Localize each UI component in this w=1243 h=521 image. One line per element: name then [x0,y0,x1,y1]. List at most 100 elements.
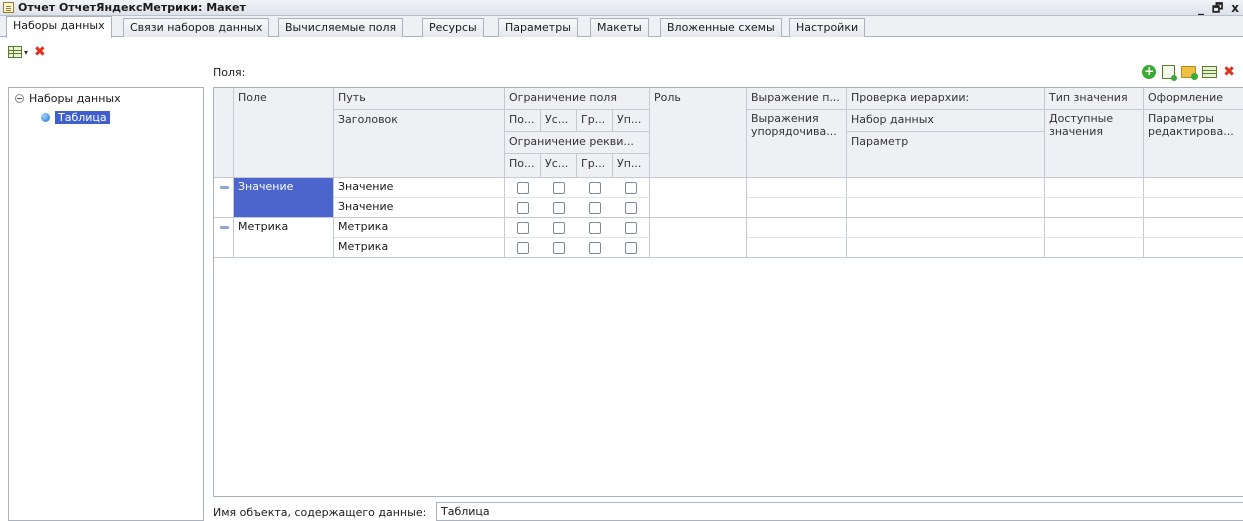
header-field[interactable]: Поле [234,88,334,178]
tab-dataset-links[interactable]: Связи наборов данных [123,18,270,37]
fields-table: Поле Путь Заголовок Ограничение поля По.… [213,87,1243,497]
delete-field-icon[interactable]: ✖ [1223,65,1235,79]
table-cell-order-expression[interactable] [747,238,847,258]
delete-icon[interactable]: ✖ [34,45,46,59]
table-cell-value-type[interactable] [1045,218,1144,238]
window-title: Отчет ОтчетЯндексМетрики: Макет [18,1,246,14]
header-order-expression[interactable]: Выражения упорядочива... [747,110,847,178]
table-cell-role[interactable] [650,178,747,218]
table-cell-path[interactable]: Метрика [334,218,505,238]
header-hierarchy-check[interactable]: Проверка иерархии: [847,88,1045,110]
table-cell-appearance[interactable] [1144,218,1243,238]
table-cell-dataset[interactable] [847,218,1045,238]
restriction-checkbox[interactable] [517,222,529,234]
header-attr-restriction-col[interactable]: По... [505,154,541,178]
restriction-checkbox[interactable] [625,182,637,194]
row-expand-icon[interactable] [220,226,229,229]
add-field-icon[interactable]: + [1142,65,1157,79]
tab-nested-schemas[interactable]: Вложенные схемы [660,18,782,37]
table-cell-title[interactable]: Метрика [334,238,505,258]
header-restriction-col[interactable]: Ус... [541,110,577,132]
table-cell-path[interactable]: Значение [334,178,505,198]
header-restriction-col[interactable]: Гр... [577,110,613,132]
restriction-checkbox[interactable] [553,182,565,194]
minimize-button[interactable]: _ [1198,1,1204,15]
header-expression[interactable]: Выражение п... [747,88,847,110]
header-dataset[interactable]: Набор данных [847,110,1045,132]
tab-resources[interactable]: Ресурсы [422,18,484,37]
table-cell-parameter[interactable] [847,198,1045,218]
dataset-query-icon [41,113,50,122]
tab-parameters[interactable]: Параметры [498,18,578,37]
header-appearance[interactable]: Оформление [1144,88,1243,110]
collapse-icon[interactable] [15,94,24,103]
restriction-checkbox[interactable] [553,222,565,234]
restriction-checkbox[interactable] [517,242,529,254]
row-marker-header [214,88,234,178]
table-cell-field[interactable]: Метрика [234,218,334,258]
restore-button[interactable]: 🗗 [1212,1,1223,15]
restriction-checkbox[interactable] [553,242,565,254]
table-cell-edit-params[interactable] [1144,238,1243,258]
close-button[interactable]: x [1231,1,1239,15]
header-restriction-col[interactable]: Уп... [613,110,650,132]
header-value-type[interactable]: Тип значения [1045,88,1144,110]
add-folder-icon[interactable] [1181,66,1199,80]
datasets-tree: Наборы данных Таблица [8,87,204,521]
window-controls: _ 🗗 x [1198,0,1239,16]
restriction-checkbox[interactable] [589,242,601,254]
table-cell-role[interactable] [650,218,747,258]
restriction-checkbox[interactable] [625,242,637,254]
fields-toolbar: + ✖ [1142,62,1235,82]
table-cell-title[interactable]: Значение [334,198,505,218]
tree-item-label: Наборы данных [29,92,121,105]
header-parameter[interactable]: Параметр [847,132,1045,178]
restriction-checkbox[interactable] [625,202,637,214]
header-path[interactable]: Путь [334,88,505,110]
header-role[interactable]: Роль [650,88,747,178]
table-cell-field[interactable]: Значение [234,178,334,218]
tree-item-table[interactable]: Таблица [41,110,110,126]
restriction-checkbox[interactable] [517,202,529,214]
table-cell-expression[interactable] [747,218,847,238]
table-cell-order-expression[interactable] [747,198,847,218]
header-attr-restriction[interactable]: Ограничение рекви... [505,132,650,154]
tree-item-label: Таблица [55,111,110,124]
restriction-checkbox[interactable] [589,182,601,194]
table-cell-edit-params[interactable] [1144,198,1243,218]
table-cell-dataset[interactable] [847,178,1045,198]
table-row-marker [214,218,234,258]
restriction-checkbox[interactable] [589,222,601,234]
header-attr-restriction-col[interactable]: Гр... [577,154,613,178]
restriction-checkbox[interactable] [553,202,565,214]
tree-item-datasets[interactable]: Наборы данных [15,91,121,107]
table-cell-available-values[interactable] [1045,198,1144,218]
header-edit-params[interactable]: Параметры редактирова... [1144,110,1243,178]
tab-settings[interactable]: Настройки [789,18,866,37]
header-attr-restriction-col[interactable]: Ус... [541,154,577,178]
restriction-checkbox[interactable] [589,202,601,214]
add-table-icon[interactable] [1202,66,1218,78]
tab-datasets[interactable]: Наборы данных [6,16,112,38]
header-attr-restriction-col[interactable]: Уп... [613,154,650,178]
table-cell-parameter[interactable] [847,238,1045,258]
window-titlebar: Отчет ОтчетЯндексМетрики: Макет _ 🗗 x [0,0,1243,16]
table-row-marker [214,178,234,218]
data-object-name-input[interactable]: Таблица [436,502,1243,521]
restriction-checkbox[interactable] [625,222,637,234]
add-dataset-icon[interactable] [8,46,22,58]
dropdown-arrow-icon[interactable]: ▾ [24,48,28,57]
add-copy-icon[interactable] [1162,65,1178,81]
table-cell-expression[interactable] [747,178,847,198]
header-restriction-col[interactable]: По... [505,110,541,132]
tab-layouts[interactable]: Макеты [590,18,649,37]
table-cell-available-values[interactable] [1045,238,1144,258]
header-field-restriction[interactable]: Ограничение поля [505,88,650,110]
restriction-checkbox[interactable] [517,182,529,194]
header-title[interactable]: Заголовок [334,110,505,178]
row-expand-icon[interactable] [220,186,229,189]
header-available-values[interactable]: Доступные значения [1045,110,1144,178]
table-cell-value-type[interactable] [1045,178,1144,198]
tab-calculated-fields[interactable]: Вычисляемые поля [278,18,404,37]
table-cell-appearance[interactable] [1144,178,1243,198]
